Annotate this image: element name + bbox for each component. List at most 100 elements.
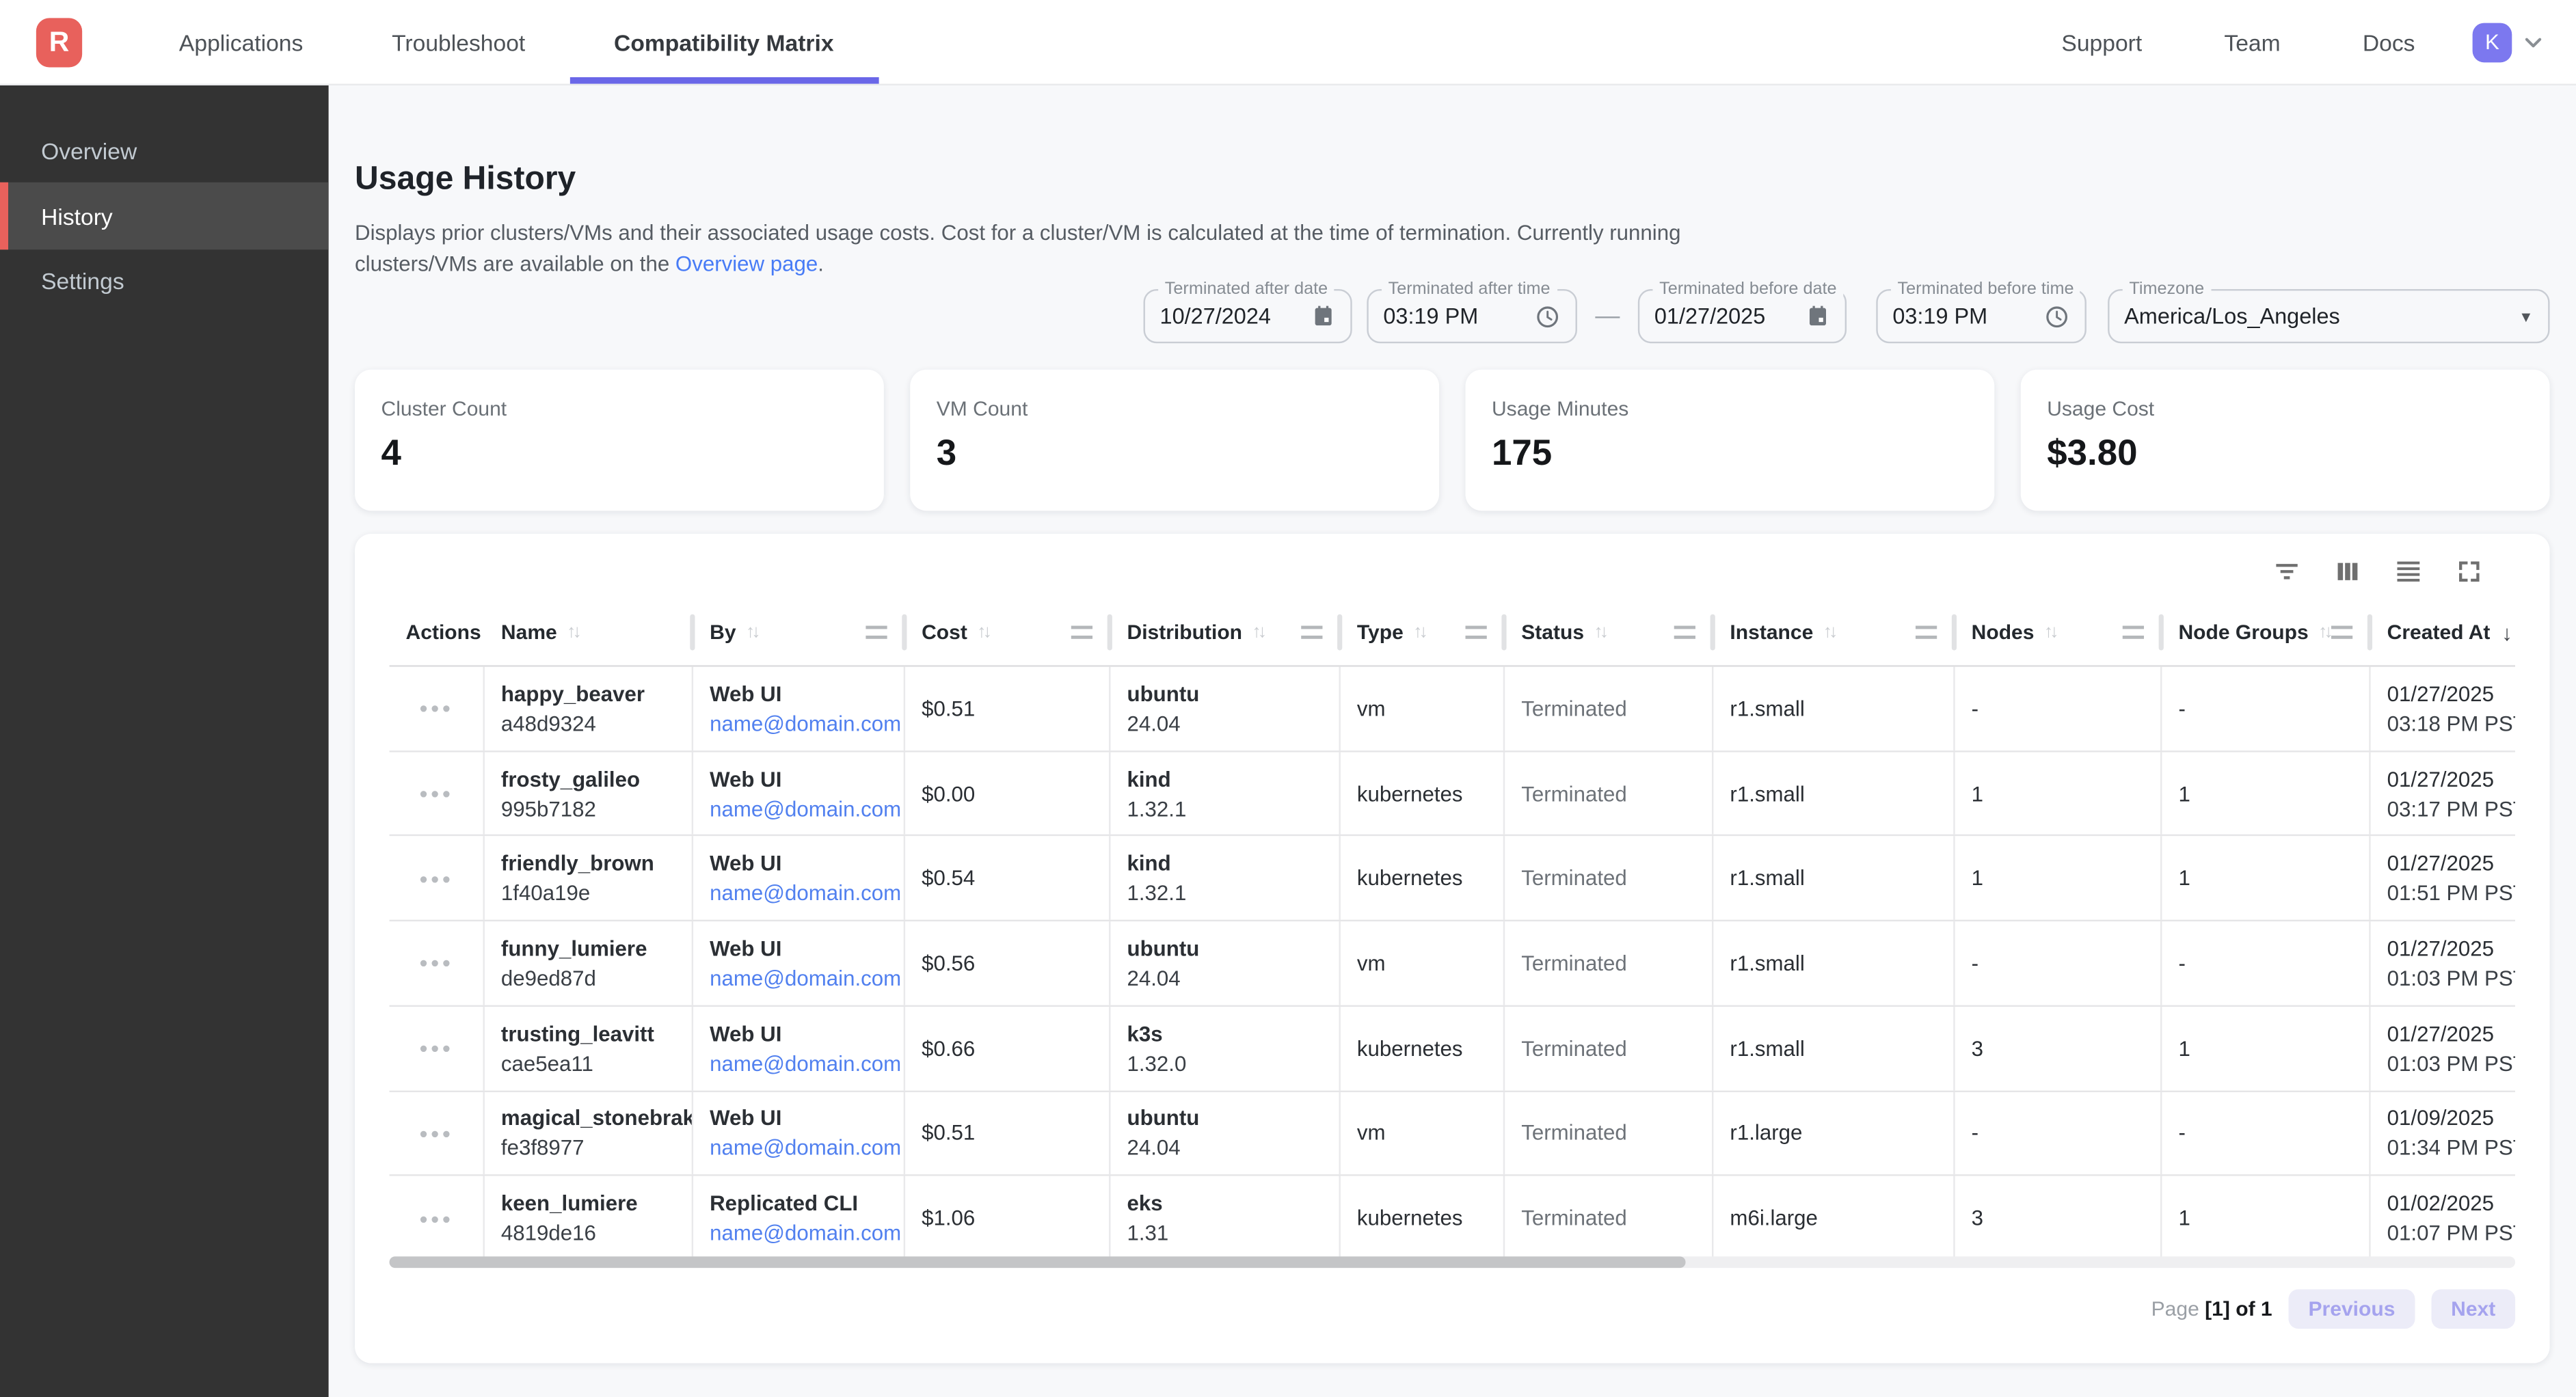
column-header-node-groups[interactable]: Node Groups↑↓ xyxy=(2162,599,2370,665)
sidebar-item-settings[interactable]: Settings xyxy=(0,249,329,312)
column-header-status[interactable]: Status↑↓ xyxy=(1505,599,1713,665)
tab-applications[interactable]: Applications xyxy=(135,0,347,84)
sort-icon: ↑↓ xyxy=(1594,623,1605,642)
sort-icon: ↑↓ xyxy=(2318,623,2330,642)
row-actions-button[interactable]: ●●● xyxy=(419,955,453,971)
nav-right: Support Team Docs K xyxy=(2020,22,2576,62)
dropdown-caret-icon: ▼ xyxy=(2519,308,2533,325)
density-icon[interactable] xyxy=(2393,557,2423,586)
table-row: ●●● funny_lumierede9ed87d Web UIname@dom… xyxy=(390,921,2516,1006)
sort-icon: ↑↓ xyxy=(1413,623,1425,642)
scrollbar-thumb[interactable] xyxy=(390,1256,1687,1268)
filter-icon[interactable] xyxy=(2272,557,2301,586)
clock-icon[interactable] xyxy=(1534,303,1560,329)
sort-icon: ↑↓ xyxy=(1823,623,1835,642)
top-navigation: R Applications Troubleshoot Compatibilit… xyxy=(0,0,2576,85)
nav-link-support[interactable]: Support xyxy=(2020,29,2183,55)
page-indicator: Page [1] of 1 xyxy=(2151,1297,2272,1320)
table-row: ●●● magical_stonebrakerfe3f8977 Web UIna… xyxy=(390,1091,2516,1176)
sort-icon: ↑↓ xyxy=(977,623,989,642)
date-range-dash: — xyxy=(1577,302,1638,330)
terminated-after-time-input[interactable]: Terminated after time 03:19 PM xyxy=(1367,289,1577,343)
sort-icon: ↑↓ xyxy=(746,623,757,642)
row-actions-button[interactable]: ●●● xyxy=(419,1040,453,1057)
tab-compatibility-matrix[interactable]: Compatibility Matrix xyxy=(569,0,878,84)
email-link[interactable]: name@domain.com xyxy=(710,1221,904,1245)
sidebar-item-history[interactable]: History xyxy=(0,182,329,250)
usage-history-table-card: Actions Name↑↓ By↑↓ Cost↑↓ Distribution↑… xyxy=(355,534,2549,1364)
column-header-cost[interactable]: Cost↑↓ xyxy=(905,599,1110,665)
table-header-row: Actions Name↑↓ By↑↓ Cost↑↓ Distribution↑… xyxy=(390,599,2516,667)
column-menu-icon[interactable] xyxy=(866,626,887,639)
sort-desc-icon: ↓ xyxy=(2501,620,2512,645)
table-row: ●●● trusting_leavittcae5ea11 Web UIname@… xyxy=(390,1007,2516,1091)
nav-link-team[interactable]: Team xyxy=(2183,29,2321,55)
horizontal-scrollbar[interactable] xyxy=(390,1256,2516,1268)
terminated-before-date-input[interactable]: Terminated before date 01/27/2025 xyxy=(1638,289,1847,343)
user-avatar[interactable]: K xyxy=(2473,22,2512,62)
column-header-distribution[interactable]: Distribution↑↓ xyxy=(1110,599,1340,665)
table-row: ●●● happy_beavera48d9324 Web UIname@doma… xyxy=(390,667,2516,752)
sidebar: Overview History Settings xyxy=(0,84,329,1397)
data-grid: Actions Name↑↓ By↑↓ Cost↑↓ Distribution↑… xyxy=(390,599,2516,1260)
tab-troubleshoot[interactable]: Troubleshoot xyxy=(347,0,569,84)
column-menu-icon[interactable] xyxy=(1916,626,1937,639)
email-link[interactable]: name@domain.com xyxy=(710,881,904,906)
timezone-select[interactable]: Timezone America/Los_Angeles ▼ xyxy=(2108,289,2549,343)
table-row: ●●● keen_lumiere4819de16 Replicated CLIn… xyxy=(390,1176,2516,1260)
app-window: R Applications Troubleshoot Compatibilit… xyxy=(0,0,2576,1397)
clock-icon[interactable] xyxy=(2043,303,2069,329)
replicated-logo[interactable]: R xyxy=(36,17,82,66)
primary-tabs: Applications Troubleshoot Compatibility … xyxy=(135,0,878,84)
sort-icon: ↑↓ xyxy=(1252,623,1263,642)
column-menu-icon[interactable] xyxy=(1301,626,1322,639)
row-actions-button[interactable]: ●●● xyxy=(419,1125,453,1141)
sort-icon: ↑↓ xyxy=(2044,623,2056,642)
table-toolbar xyxy=(2272,557,2484,586)
page-title: Usage History xyxy=(355,161,576,199)
email-link[interactable]: name@domain.com xyxy=(710,1135,904,1160)
table-row: ●●● frosty_galileo995b7182 Web UIname@do… xyxy=(390,752,2516,837)
calendar-icon[interactable] xyxy=(1311,304,1336,329)
terminated-before-time-input[interactable]: Terminated before time 03:19 PM xyxy=(1876,289,2087,343)
email-link[interactable]: name@domain.com xyxy=(710,1050,904,1075)
column-header-type[interactable]: Type↑↓ xyxy=(1341,599,1505,665)
row-actions-button[interactable]: ●●● xyxy=(419,701,453,717)
column-header-name[interactable]: Name↑↓ xyxy=(485,599,693,665)
previous-page-button[interactable]: Previous xyxy=(2289,1289,2415,1329)
table-row: ●●● friendly_brown1f40a19e Web UIname@do… xyxy=(390,837,2516,921)
pagination: Page [1] of 1 Previous Next xyxy=(2151,1289,2515,1329)
row-actions-button[interactable]: ●●● xyxy=(419,785,453,802)
usage-minutes-card: Usage Minutes 175 xyxy=(1466,370,1995,511)
column-header-nodes[interactable]: Nodes↑↓ xyxy=(1955,599,2162,665)
calendar-icon[interactable] xyxy=(1806,304,1830,329)
sidebar-item-overview[interactable]: Overview xyxy=(0,120,329,182)
sort-icon: ↑↓ xyxy=(567,623,578,642)
terminated-after-date-input[interactable]: Terminated after date 10/27/2024 xyxy=(1144,289,1352,343)
column-header-instance[interactable]: Instance↑↓ xyxy=(1713,599,1955,665)
column-menu-icon[interactable] xyxy=(1674,626,1695,639)
filters-bar: Terminated after date 10/27/2024 Termina… xyxy=(1144,289,2550,343)
nav-link-docs[interactable]: Docs xyxy=(2322,29,2456,55)
email-link[interactable]: name@domain.com xyxy=(710,711,904,735)
fullscreen-icon[interactable] xyxy=(2454,557,2484,586)
overview-page-link[interactable]: Overview page xyxy=(675,252,818,276)
column-menu-icon[interactable] xyxy=(1466,626,1487,639)
page-description: Displays prior clusters/VMs and their as… xyxy=(355,217,1702,279)
columns-icon[interactable] xyxy=(2333,557,2362,586)
column-menu-icon[interactable] xyxy=(1071,626,1092,639)
column-header-by[interactable]: By↑↓ xyxy=(693,599,905,665)
email-link[interactable]: name@domain.com xyxy=(710,966,904,990)
vm-count-card: VM Count 3 xyxy=(910,370,1439,511)
column-menu-icon[interactable] xyxy=(2123,626,2144,639)
column-header-created-at[interactable]: Created At↓ xyxy=(2371,599,2515,665)
row-actions-button[interactable]: ●●● xyxy=(419,1210,453,1226)
email-link[interactable]: name@domain.com xyxy=(710,796,904,820)
active-tab-indicator xyxy=(569,77,878,84)
usage-cost-card: Usage Cost $3.80 xyxy=(2021,370,2550,511)
row-actions-button[interactable]: ●●● xyxy=(419,870,453,886)
cluster-count-card: Cluster Count 4 xyxy=(355,370,884,511)
next-page-button[interactable]: Next xyxy=(2431,1289,2515,1329)
chevron-down-icon[interactable] xyxy=(2520,29,2546,55)
column-menu-icon[interactable] xyxy=(2331,626,2352,639)
